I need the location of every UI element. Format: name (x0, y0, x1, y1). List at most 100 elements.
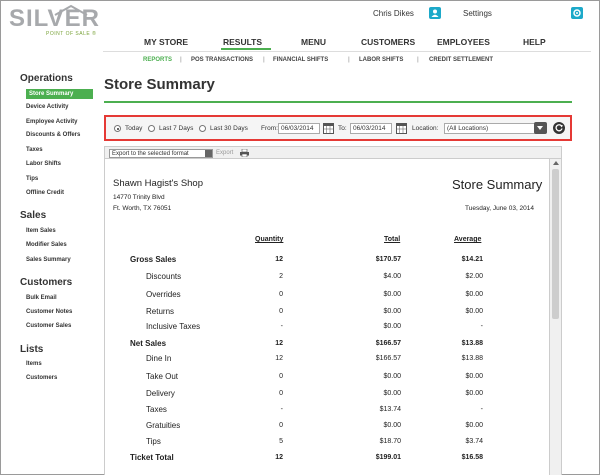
table-cell-avg: - (480, 323, 483, 330)
sidebar-item-offline-credit[interactable]: Offline Credit (26, 190, 64, 196)
to-date-input[interactable]: 06/03/2014 (350, 123, 392, 134)
radio-last-7-days-label[interactable]: Last 7 Days (159, 125, 193, 132)
sidebar-heading-lists: Lists (20, 344, 44, 355)
sidebar-item-item-sales[interactable]: Item Sales (26, 228, 56, 234)
table-cell-total: $0.00 (383, 291, 401, 298)
export-link[interactable]: Export (216, 150, 233, 156)
table-cell-avg: $0.00 (465, 373, 483, 380)
sidebar-item-customer-notes[interactable]: Customer Notes (26, 309, 72, 315)
subnav-separator: | (180, 57, 182, 63)
table-cell-avg: $0.00 (465, 390, 483, 397)
subnav-credit-settlement[interactable]: CREDIT SETTLEMENT (429, 57, 493, 63)
shop-address-line2: Ft. Worth, TX 76051 (113, 205, 172, 212)
report-toolbar: Export to the selected format Export (104, 146, 562, 159)
table-row-label: Take Out (146, 372, 179, 381)
subnav-pos-transactions[interactable]: POS TRANSACTIONS (191, 57, 253, 63)
table-row-label: Dine In (146, 354, 172, 363)
table-cell-qty: 0 (279, 308, 283, 315)
gear-icon[interactable] (571, 7, 583, 19)
from-calendar-icon[interactable] (323, 122, 334, 134)
radio-last-7-days[interactable] (148, 125, 155, 132)
sidebar-heading-customers: Customers (20, 277, 73, 288)
table-cell-avg: $14.21 (461, 256, 483, 263)
sidebar-item-customer-sales[interactable]: Customer Sales (26, 323, 71, 329)
nav-help[interactable]: HELP (523, 37, 546, 47)
subnav-labor-shifts[interactable]: LABOR SHIFTS (359, 57, 403, 63)
sidebar-item-items[interactable]: Items (26, 361, 42, 367)
table-cell-total: $0.00 (383, 323, 401, 330)
table-cell-avg: $2.00 (465, 273, 483, 280)
radio-last-30-days[interactable] (199, 125, 206, 132)
sidebar-item-discounts-offers[interactable]: Discounts & Offers (26, 132, 80, 138)
table-cell-total: $0.00 (383, 373, 401, 380)
sidebar-item-sales-summary[interactable]: Sales Summary (26, 257, 71, 263)
chevron-down-icon[interactable] (205, 150, 212, 157)
nav-my-store[interactable]: MY STORE (144, 37, 188, 47)
sidebar-item-customers[interactable]: Customers (26, 375, 57, 381)
table-cell-qty: 12 (275, 454, 283, 461)
to-calendar-icon[interactable] (396, 122, 407, 134)
sidebar-item-tips[interactable]: Tips (26, 176, 38, 182)
sidebar-item-labor-shifts[interactable]: Labor Shifts (26, 161, 61, 167)
table-cell-qty: 12 (275, 340, 283, 347)
table-cell-total: $170.57 (375, 256, 401, 263)
user-name[interactable]: Chris Dikes (373, 9, 414, 18)
sidebar-item-employee-activity[interactable]: Employee Activity (26, 119, 77, 125)
table-row-label: Net Sales (130, 339, 167, 348)
location-select[interactable]: (All Locations) (444, 123, 542, 134)
chevron-down-icon[interactable] (534, 122, 547, 134)
table-cell-qty: 12 (275, 256, 283, 263)
nav-employees[interactable]: EMPLOYEES (437, 37, 490, 47)
sidebar-item-store-summary[interactable]: Store Summary (26, 89, 93, 99)
table-cell-avg: - (480, 406, 483, 413)
filter-bar: Today Last 7 Days Last 30 Days From: 06/… (104, 115, 572, 141)
logo-subtitle: POINT OF SALE ® (46, 31, 97, 37)
user-icon[interactable] (429, 7, 441, 19)
from-date-input[interactable]: 06/03/2014 (278, 123, 320, 134)
column-header-total: Total (384, 236, 401, 243)
table-cell-total: $0.00 (383, 422, 401, 429)
radio-today-label[interactable]: Today (125, 125, 142, 132)
table-cell-qty: 2 (279, 273, 283, 280)
subnav-separator: | (348, 57, 350, 63)
table-row-label: Overrides (146, 290, 181, 299)
table-cell-avg: $0.00 (465, 422, 483, 429)
table-cell-total: $199.01 (375, 454, 401, 461)
subnav-financial-shifts[interactable]: FINANCIAL SHIFTS (273, 57, 328, 63)
subnav-separator: | (263, 57, 265, 63)
table-cell-avg: $3.74 (465, 438, 483, 445)
settings-link[interactable]: Settings (463, 9, 492, 18)
sidebar-item-bulk-email[interactable]: Bulk Email (26, 295, 57, 301)
nav-customers[interactable]: CUSTOMERS (361, 37, 415, 47)
table-cell-qty: 0 (279, 373, 283, 380)
table-cell-total: $166.57 (375, 355, 401, 362)
active-nav-underline (221, 48, 271, 50)
print-icon[interactable] (240, 149, 249, 157)
table-cell-avg: $16.58 (461, 454, 483, 461)
scroll-up-icon[interactable] (553, 161, 559, 165)
nav-menu[interactable]: MENU (301, 37, 326, 47)
table-cell-avg: $0.00 (465, 291, 483, 298)
sidebar-item-modifier-sales[interactable]: Modifier Sales (26, 242, 67, 248)
table-row-label: Ticket Total (130, 453, 174, 462)
logo-roof-icon (54, 4, 88, 16)
nav-results[interactable]: RESULTS (223, 37, 262, 47)
report-scrollbar[interactable] (549, 159, 561, 475)
table-cell-qty: 0 (279, 422, 283, 429)
subnav-reports[interactable]: REPORTS (143, 57, 172, 63)
table-row-label: Tips (146, 437, 161, 446)
table-row-label: Returns (146, 307, 175, 316)
refresh-icon[interactable] (553, 122, 565, 134)
sidebar-heading-operations: Operations (20, 73, 73, 84)
radio-last-30-days-label[interactable]: Last 30 Days (210, 125, 248, 132)
radio-today[interactable] (114, 125, 121, 132)
export-format-select[interactable]: Export to the selected format (109, 149, 213, 158)
scroll-thumb[interactable] (552, 169, 559, 319)
table-cell-total: $166.57 (375, 340, 401, 347)
shop-name: Shawn Hagist's Shop (113, 178, 204, 189)
brand-logo[interactable]: SILVER POINT OF SALE ® (9, 4, 100, 37)
sidebar-item-device-activity[interactable]: Device Activity (26, 104, 68, 110)
table-cell-total: $13.74 (379, 406, 401, 413)
sidebar-item-taxes[interactable]: Taxes (26, 147, 43, 153)
table-row-label: Discounts (146, 272, 182, 281)
